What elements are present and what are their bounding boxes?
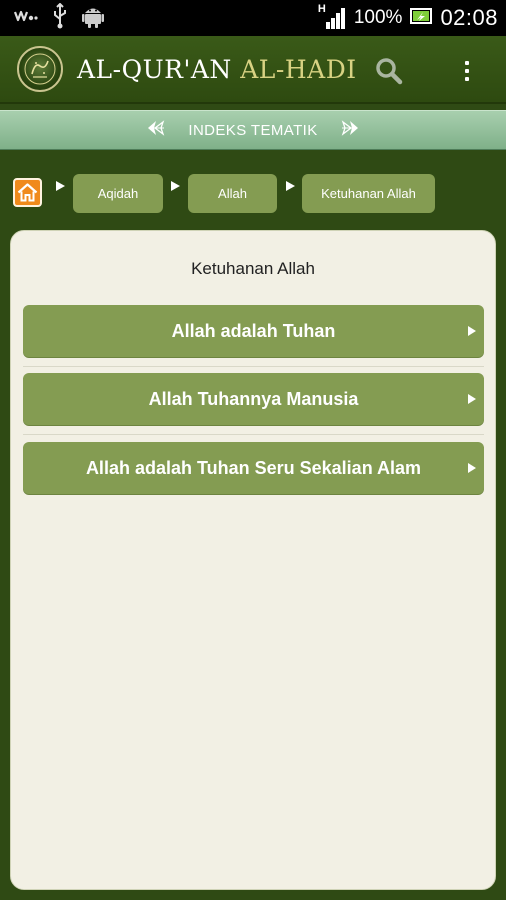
content-panel: Ketuhanan Allah Allah adalah Tuhan Allah…	[10, 230, 496, 890]
battery-percent: 100%	[353, 7, 403, 28]
status-bar: H 100% 02:08	[0, 0, 506, 36]
chevron-right-icon	[468, 326, 476, 336]
breadcrumb-item-allah[interactable]: Allah	[188, 174, 277, 213]
breadcrumb-item-ketuhanan-allah[interactable]: Ketuhanan Allah	[302, 174, 435, 213]
breadcrumb-separator-icon	[56, 181, 65, 191]
app-title-part2: AL-HADI	[240, 54, 357, 84]
usb-icon	[52, 2, 68, 33]
topic-item-allah-adalah-tuhan-seru-sekalian-alam[interactable]: Allah adalah Tuhan Seru Sekalian Alam	[23, 442, 484, 494]
search-icon	[376, 58, 403, 85]
status-system-icons: H 100% 02:08	[318, 3, 498, 31]
divider	[23, 366, 484, 367]
page-title: Ketuhanan Allah	[191, 259, 315, 278]
divider	[23, 434, 484, 435]
app-title-part1: AL-QUR'AN	[77, 54, 232, 84]
topic-item-allah-adalah-tuhan[interactable]: Allah adalah Tuhan	[23, 305, 484, 357]
breadcrumb-item-aqidah[interactable]: Aqidah	[73, 174, 163, 213]
logo-emblem	[17, 46, 63, 92]
home-button[interactable]	[13, 178, 42, 207]
breadcrumb: Aqidah Allah Ketuhanan Allah	[0, 170, 506, 216]
topic-label: Allah adalah Tuhan	[171, 320, 336, 341]
search-button[interactable]	[374, 56, 404, 86]
section-header: INDEKS TEMATIK	[0, 110, 506, 150]
chevron-right-icon	[468, 463, 476, 473]
ornament-left-icon	[146, 119, 166, 141]
battery-icon	[410, 7, 433, 30]
app-title: AL-QUR'AN AL-HADI	[77, 55, 357, 84]
android-icon	[82, 4, 104, 32]
home-icon	[17, 183, 38, 202]
section-title: INDEKS TEMATIK	[188, 121, 318, 139]
ornament-right-icon	[340, 119, 360, 141]
clock: 02:08	[440, 5, 498, 30]
topic-item-allah-tuhannya-manusia[interactable]: Allah Tuhannya Manusia	[23, 373, 484, 425]
breadcrumb-separator-icon	[286, 181, 295, 191]
breadcrumb-separator-icon	[171, 181, 180, 191]
overflow-menu-icon[interactable]	[455, 56, 479, 86]
walkman-icon	[13, 8, 38, 28]
topic-label: Allah Tuhannya Manusia	[148, 388, 359, 409]
app-bar: AL-QUR'AN AL-HADI	[0, 36, 506, 104]
status-notification-icons	[13, 2, 104, 33]
chevron-right-icon	[468, 394, 476, 404]
topic-label: Allah adalah Tuhan Seru Sekalian Alam	[85, 457, 422, 478]
signal-icon: H	[318, 3, 346, 29]
